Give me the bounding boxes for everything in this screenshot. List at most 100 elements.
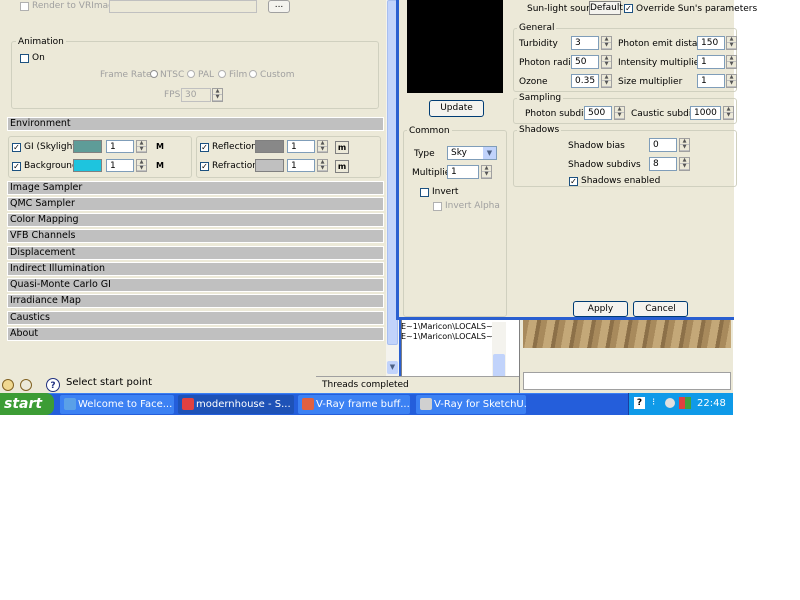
ozone-spinner[interactable]: ▲ ▼ [601,74,612,88]
rollout-irradiance-map[interactable]: Irradiance Map [7,294,384,308]
refraction-color-swatch[interactable] [255,159,284,172]
caustic-subdivs-field[interactable]: 1000 [690,106,721,120]
render-to-vrimage-checkbox[interactable] [20,2,29,11]
shadow-bias-spinner[interactable]: ▲ ▼ [679,138,690,152]
override-sun-checkbox[interactable]: ✓ [624,4,633,13]
scrollbar-down-arrow[interactable]: ▼ [387,361,398,374]
volume-tray-icon[interactable] [665,398,675,408]
reflection-color-swatch[interactable] [255,140,284,153]
rollout-vfb-channels[interactable]: VFB Channels [7,229,384,243]
type-select-arrow[interactable]: ▼ [483,147,496,159]
turbidity-field[interactable]: 3 [571,36,599,50]
shadow-bias-field[interactable]: 0 [649,138,677,152]
photon-emit-distance-field[interactable]: 150 [697,36,725,50]
background-color-swatch[interactable] [73,159,102,172]
rollout-indirect-illumination[interactable]: Indirect Illumination [7,262,384,276]
animation-on-checkbox[interactable] [20,54,29,63]
rollout-color-mapping[interactable]: Color Mapping [7,213,384,227]
environment-rollout-header[interactable]: Environment [7,117,384,131]
fps-field[interactable]: 30 [181,88,211,102]
size-multiplier-field[interactable]: 1 [697,74,725,88]
gi-skylight-color-swatch[interactable] [73,140,102,153]
gi-skylight-checkbox[interactable]: ✓ [12,143,21,152]
help-icon[interactable]: ? [46,378,60,392]
task-vray-frame-buffer-label: V-Ray frame buff... [316,399,410,410]
vray-options-panel: Render to VRImage ... Animation On Frame… [0,0,401,377]
photon-subdivs-spinner[interactable]: ▲ ▼ [614,106,625,120]
background-label: Backgrounc [24,161,77,171]
task-vray-frame-buffer[interactable]: V-Ray frame buff... [298,395,410,414]
refraction-multiplier[interactable]: 1 [287,159,315,172]
shadows-enabled-checkbox[interactable]: ✓ [569,177,578,186]
cancel-button[interactable]: Cancel [633,301,688,317]
sketchup-icon [182,398,194,410]
photon-subdivs-field[interactable]: 500 [584,106,612,120]
shadow-bias-label: Shadow bias [568,141,625,151]
reflection-multiplier[interactable]: 1 [287,140,315,153]
fps-spinner[interactable]: ▲ ▼ [212,88,223,102]
refraction-label: Refraction [212,161,258,171]
rollout-about[interactable]: About [7,327,384,341]
photon-radius-spinner[interactable]: ▲ ▼ [601,55,612,69]
refraction-checkbox[interactable]: ✓ [200,162,209,171]
reflection-map-button[interactable]: m [335,141,349,154]
photon-emit-distance-spinner[interactable]: ▲ ▼ [726,36,737,50]
invert-label: Invert [432,187,459,197]
refraction-spinner[interactable]: ▲ ▼ [317,159,328,172]
security-tray-icon[interactable] [679,397,691,409]
ntsc-radio[interactable] [150,70,158,78]
ozone-label: Ozone [519,77,548,87]
reflection-spinner[interactable]: ▲ ▼ [317,140,328,153]
status-text: Select start point [66,377,153,388]
refraction-map-button[interactable]: m [335,160,349,173]
task-welcome[interactable]: Welcome to Face... [60,395,174,414]
turbidity-label: Turbidity [519,39,558,49]
multiplier-spinner[interactable]: ▲ ▼ [481,165,492,179]
apply-button[interactable]: Apply [573,301,628,317]
start-button[interactable]: start [0,393,54,415]
caustic-subdivs-spinner[interactable]: ▲ ▼ [723,106,734,120]
common-group-title: Common [407,126,452,136]
network-tray-icon[interactable]: ⁝ [652,397,660,409]
pal-radio[interactable] [187,70,195,78]
intensity-multiplier-field[interactable]: 1 [697,55,725,69]
rollout-quasi-monte-carlo-gi[interactable]: Quasi-Monte Carlo GI [7,278,384,292]
invert-alpha-checkbox[interactable] [433,202,442,211]
gi-skylight-map-button[interactable]: M [154,141,166,152]
shadow-subdivs-field[interactable]: 8 [649,157,677,171]
geo-location-icon [2,379,14,391]
photon-radius-field[interactable]: 50 [571,55,599,69]
background-multiplier[interactable]: 1 [106,159,134,172]
gi-skylight-spinner[interactable]: ▲ ▼ [136,140,147,153]
rollout-displacement[interactable]: Displacement [7,246,384,260]
ozone-field[interactable]: 0.35 [571,74,599,88]
custom-label: Custom [260,70,295,80]
background-map-button[interactable]: M [154,160,166,171]
film-radio[interactable] [218,70,226,78]
background-checkbox[interactable]: ✓ [12,162,21,171]
rollout-image-sampler[interactable]: Image Sampler [7,181,384,195]
gi-skylight-multiplier[interactable]: 1 [106,140,134,153]
shadow-subdivs-spinner[interactable]: ▲ ▼ [679,157,690,171]
task-modernhouse[interactable]: modernhouse - S... [178,395,294,414]
animation-group-title: Animation [16,37,66,47]
vrimage-path-field[interactable] [109,0,257,13]
task-vray-sketchup[interactable]: V-Ray for SketchU... [416,395,526,414]
intensity-multiplier-spinner[interactable]: ▲ ▼ [726,55,737,69]
help-tray-icon[interactable]: ? [634,397,645,409]
frame-buffer-status [523,372,731,390]
vrimage-browse-button[interactable]: ... [268,0,290,13]
size-multiplier-spinner[interactable]: ▲ ▼ [726,74,737,88]
reflection-checkbox[interactable]: ✓ [200,143,209,152]
film-label: Film [229,70,248,80]
size-multiplier-label: Size multiplier [618,77,683,87]
turbidity-spinner[interactable]: ▲ ▼ [601,36,612,50]
sun-light-source-button[interactable]: Default [589,1,623,15]
update-button[interactable]: Update [429,100,484,117]
invert-checkbox[interactable] [420,188,429,197]
rollout-qmc-sampler[interactable]: QMC Sampler [7,197,384,211]
rollout-caustics[interactable]: Caustics [7,311,384,325]
background-spinner[interactable]: ▲ ▼ [136,159,147,172]
multiplier-field[interactable]: 1 [447,165,479,179]
custom-radio[interactable] [249,70,257,78]
